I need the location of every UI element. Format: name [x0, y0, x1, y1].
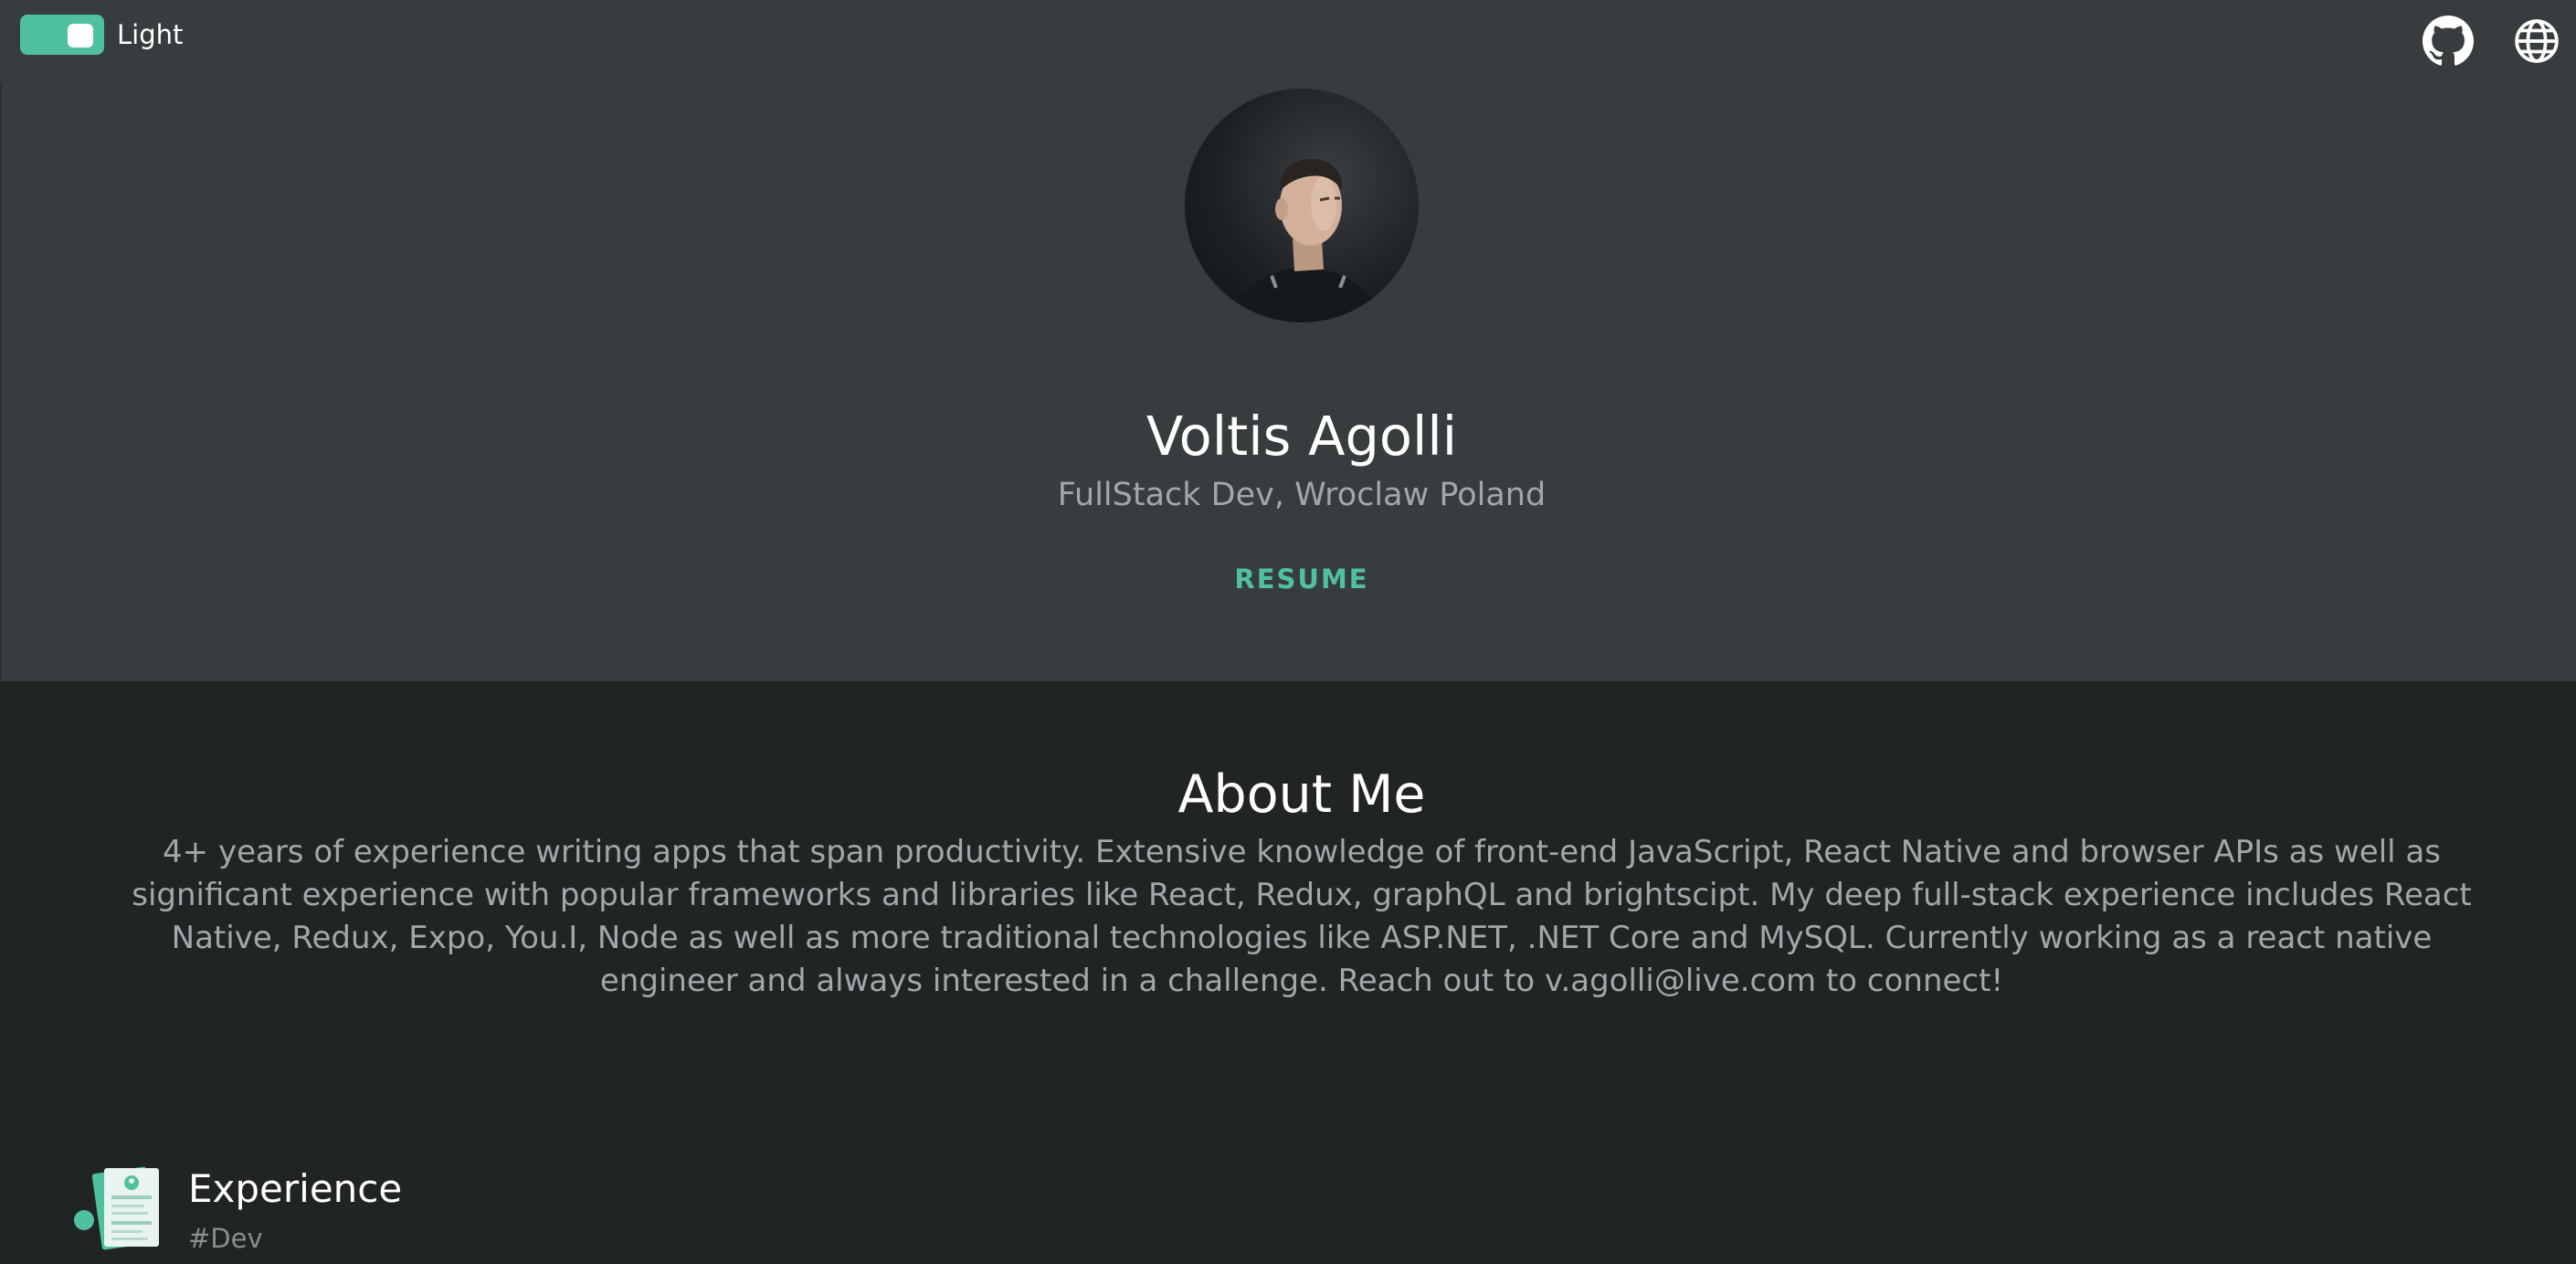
toggle-switch[interactable]: [20, 15, 104, 55]
globe-icon[interactable]: [2514, 18, 2560, 64]
divider: [0, 82, 2, 681]
resume-document-icon: [91, 1166, 159, 1250]
github-icon[interactable]: [2423, 16, 2474, 67]
avatar-image: [1221, 159, 1388, 322]
experience-title: Experience: [188, 1166, 403, 1211]
profile-name: Voltis Agolli: [1145, 405, 1458, 468]
experience-tag: #Dev: [188, 1223, 263, 1254]
theme-toggle[interactable]: Light: [20, 15, 183, 55]
toggle-knob: [68, 24, 93, 47]
profile-subtitle: FullStack Dev, Wroclaw Poland: [1057, 477, 1547, 513]
about-text: 4+ years of experience writing apps that…: [132, 834, 2472, 999]
profile-avatar: [1185, 89, 1419, 322]
theme-toggle-label: Light: [117, 19, 184, 50]
resume-button[interactable]: RESUME: [1210, 559, 1393, 599]
about-title: About Me: [1177, 764, 1426, 825]
hero-section: Light Voltis Agolli FullStack Dev, Wrocl…: [0, 0, 2576, 681]
